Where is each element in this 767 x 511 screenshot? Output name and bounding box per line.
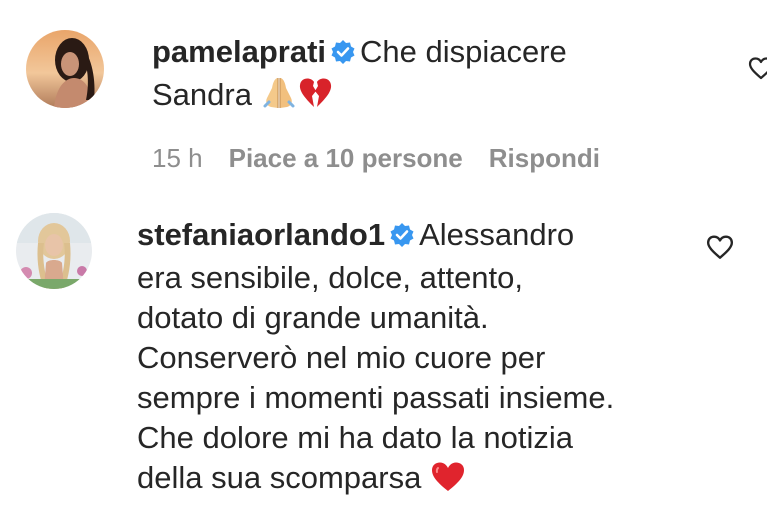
- comment-text: stefaniaorlando1 Alessandro era sensibile…: [137, 215, 614, 503]
- comment-text: pamelaprati Che dispiacere Sandra: [152, 32, 567, 120]
- likes-count-link[interactable]: Piace a 10 persone: [229, 143, 463, 173]
- avatar[interactable]: [16, 213, 92, 289]
- comment-text-line: della sua scomparsa: [137, 460, 422, 495]
- comment-meta: 15 h Piace a 10 persone Rispondi: [152, 143, 626, 174]
- comment-text-line: Alessandro: [419, 217, 575, 252]
- broken-heart-icon: [297, 76, 333, 120]
- comment-text-line: Sandra: [152, 77, 252, 112]
- verified-badge-icon: [330, 35, 356, 75]
- username[interactable]: pamelaprati: [152, 34, 326, 69]
- comment-item: stefaniaorlando1 Alessandro era sensibile…: [0, 200, 767, 511]
- heart-outline-icon[interactable]: [748, 56, 767, 82]
- verified-badge-icon: [389, 218, 415, 258]
- heart-outline-icon[interactable]: [706, 234, 734, 262]
- comment-text-line: Che dispiacere: [360, 34, 567, 69]
- comment-text-line: Conserverò nel mio cuore per: [137, 340, 546, 375]
- folded-hands-icon: [261, 76, 297, 120]
- red-heart-icon: [430, 461, 466, 503]
- comment-time: 15 h: [152, 143, 203, 173]
- comment-text-line: Che dolore mi ha dato la notizia: [137, 420, 573, 455]
- reply-button[interactable]: Rispondi: [489, 143, 600, 173]
- comment-text-line: sempre i momenti passati insieme.: [137, 380, 615, 415]
- comment-item: pamelaprati Che dispiacere Sandra 15 h Pia…: [0, 0, 767, 190]
- comment-text-line: era sensibile, dolce, attento,: [137, 260, 524, 295]
- comment-text-line: dotato di grande umanità.: [137, 300, 489, 335]
- avatar[interactable]: [26, 30, 104, 108]
- username[interactable]: stefaniaorlando1: [137, 217, 385, 252]
